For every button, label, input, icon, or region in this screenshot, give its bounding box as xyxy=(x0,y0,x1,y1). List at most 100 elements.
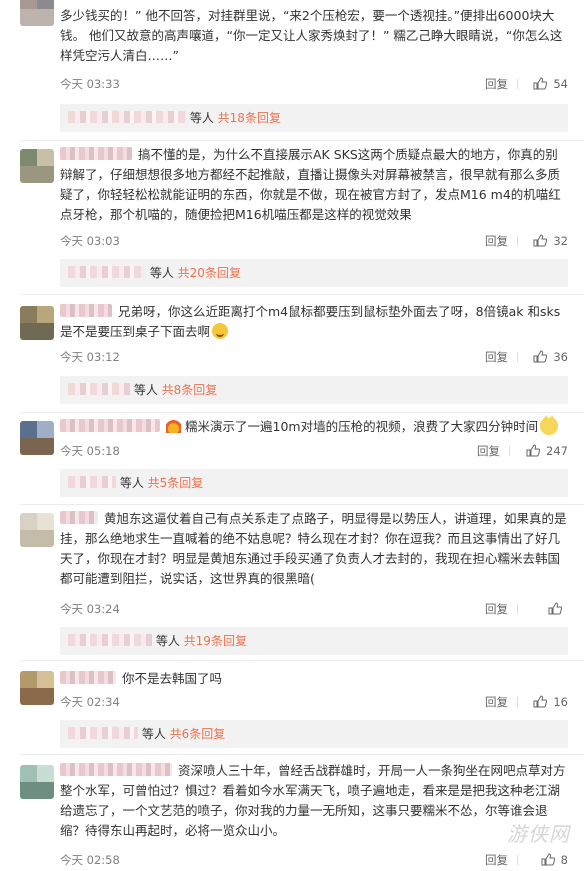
divider xyxy=(20,294,584,295)
user-avatar[interactable] xyxy=(20,421,54,455)
replies-tail: 等人 xyxy=(141,727,166,741)
like-button[interactable]: 8 xyxy=(541,850,568,870)
thumbs-up-icon xyxy=(533,77,548,90)
comment-body: 搞不懂的是，为什么不直接展示AK SKS这两个质疑点最大的地方，你真的别辩解了，… xyxy=(60,147,561,222)
replies-more-link[interactable]: 共5条回复 xyxy=(148,476,204,490)
comment-text: 多少钱买的！” 他不回答，对挂群里说，“来2个压枪宏，要一个透视挂。”便排出60… xyxy=(60,8,563,63)
thumbs-up-icon xyxy=(541,853,555,866)
thumbs-up-icon xyxy=(533,695,548,708)
user-avatar[interactable] xyxy=(20,671,54,705)
user-avatar[interactable] xyxy=(20,513,54,547)
replies-tail: 等人 xyxy=(155,634,180,648)
like-count: 8 xyxy=(560,853,568,867)
comment-time: 今天 03:24 xyxy=(60,602,120,616)
like-button[interactable]: 36 xyxy=(533,347,568,367)
reply-user-names xyxy=(68,266,146,278)
comment-meta: 今天 03:12 回复 36 xyxy=(60,347,568,367)
comment-meta: 今天 05:18 回复 247 xyxy=(60,441,568,461)
meta-separator xyxy=(517,79,518,89)
user-avatar[interactable] xyxy=(20,149,54,183)
comment-text: 你不是去韩国了吗 xyxy=(60,669,568,689)
divider xyxy=(20,754,584,755)
like-button[interactable]: 32 xyxy=(533,231,568,251)
reply-button[interactable]: 回复 xyxy=(485,599,508,619)
comment-body: 兄弟呀，你这么近距离打个m4鼠标都要压到鼠标垫外面去了呀，8倍镜ak 和sks … xyxy=(60,304,561,339)
comment-time: 今天 03:12 xyxy=(60,350,120,364)
username[interactable] xyxy=(60,304,112,317)
reply-button[interactable]: 回复 xyxy=(485,231,508,251)
like-button[interactable]: 247 xyxy=(526,441,568,461)
replies-more-link[interactable]: 共8条回复 xyxy=(162,383,218,397)
like-count: 16 xyxy=(553,695,568,709)
like-button[interactable]: 54 xyxy=(533,74,568,94)
reply-button[interactable]: 回复 xyxy=(485,74,508,94)
comment-time: 今天 02:34 xyxy=(60,695,120,709)
meta-separator xyxy=(517,236,518,246)
like-count: 36 xyxy=(553,350,568,364)
fire-badge-icon xyxy=(166,419,181,433)
meta-separator xyxy=(517,352,518,362)
replies-more-link[interactable]: 共20条回复 xyxy=(178,266,241,280)
comment-time: 今天 03:33 xyxy=(60,77,120,91)
replies-tail: 等人 xyxy=(189,111,214,125)
like-button[interactable] xyxy=(548,599,568,619)
comment-meta: 今天 03:24 回复 xyxy=(60,599,568,619)
username[interactable] xyxy=(60,511,98,524)
comment-meta: 今天 03:33 回复 54 xyxy=(60,74,568,94)
user-avatar[interactable] xyxy=(20,306,54,340)
comment-body: 你不是去韩国了吗 xyxy=(122,671,223,686)
comment-text: 黄旭东这逼仗着自己有点关系走了点路子，明显得是以势压人，讲道理，如果真的是挂，那… xyxy=(60,509,568,589)
comment-meta: 今天 02:58 回复 8 xyxy=(60,850,568,870)
comment-body: 黄旭东这逼仗着自己有点关系走了点路子，明显得是以势压人，讲道理，如果真的是挂，那… xyxy=(60,511,567,586)
username[interactable] xyxy=(60,147,132,160)
cat-emoji-icon xyxy=(540,415,559,435)
meta-separator xyxy=(517,855,518,865)
user-avatar[interactable] xyxy=(20,765,54,799)
replies-bar[interactable]: 等人 共5条回复 xyxy=(60,469,568,497)
reply-button[interactable]: 回复 xyxy=(477,441,500,461)
reply-user-names xyxy=(68,383,130,395)
reply-button[interactable]: 回复 xyxy=(485,347,508,367)
like-count: 247 xyxy=(546,444,568,458)
thumbs-up-icon xyxy=(526,444,541,457)
replies-more-link[interactable]: 共19条回复 xyxy=(184,634,247,648)
replies-bar[interactable]: 等人 共6条回复 xyxy=(60,720,568,748)
divider xyxy=(20,140,584,141)
divider xyxy=(20,412,584,413)
comment-time: 今天 02:58 xyxy=(60,853,120,867)
username[interactable] xyxy=(60,419,160,432)
reply-user-names xyxy=(68,111,186,123)
thumbs-up-icon xyxy=(533,350,548,363)
user-avatar[interactable] xyxy=(20,0,54,26)
site-watermark: 游侠网 xyxy=(507,822,570,846)
replies-bar[interactable]: 等人 共8条回复 xyxy=(60,376,568,404)
replies-more-link[interactable]: 共6条回复 xyxy=(170,727,226,741)
comment-body: 糯米演示了一遍10m对墙的压枪的视频，浪费了大家四分钟时间 xyxy=(185,419,539,434)
comment-time: 今天 03:03 xyxy=(60,234,120,248)
replies-tail: 等人 xyxy=(149,266,174,280)
reply-user-names xyxy=(68,476,116,488)
like-button[interactable]: 16 xyxy=(533,692,568,712)
reply-user-names xyxy=(68,634,152,646)
comment-meta: 今天 02:34 回复 16 xyxy=(60,692,568,712)
replies-more-link[interactable]: 共18条回复 xyxy=(218,111,281,125)
reply-button[interactable]: 回复 xyxy=(485,692,508,712)
replies-bar[interactable]: 等人 共19条回复 xyxy=(60,627,568,655)
comment-text: 糯米演示了一遍10m对墙的压枪的视频，浪费了大家四分钟时间 xyxy=(60,415,568,437)
replies-tail: 等人 xyxy=(133,383,158,397)
username[interactable] xyxy=(60,763,172,776)
meta-separator xyxy=(509,446,510,456)
like-count: 54 xyxy=(553,77,568,91)
like-count: 32 xyxy=(553,234,568,248)
grin-emoji-icon xyxy=(212,323,229,339)
reply-user-names xyxy=(68,727,138,739)
replies-bar[interactable]: 等人 共18条回复 xyxy=(60,104,568,132)
comment-text: 资深喷人三十年，曾经舌战群雄时，开局一人一条狗坐在网吧点草对方整个水军，可曾怕过… xyxy=(60,761,568,841)
reply-button[interactable]: 回复 xyxy=(485,850,508,870)
thumbs-up-icon xyxy=(533,234,548,247)
comment-text: 兄弟呀，你这么近距离打个m4鼠标都要压到鼠标垫外面去了呀，8倍镜ak 和sks … xyxy=(60,302,568,342)
thumbs-up-icon xyxy=(548,602,562,615)
replies-tail: 等人 xyxy=(119,476,144,490)
replies-bar[interactable]: 等人 共20条回复 xyxy=(60,259,568,287)
username[interactable] xyxy=(60,671,116,684)
